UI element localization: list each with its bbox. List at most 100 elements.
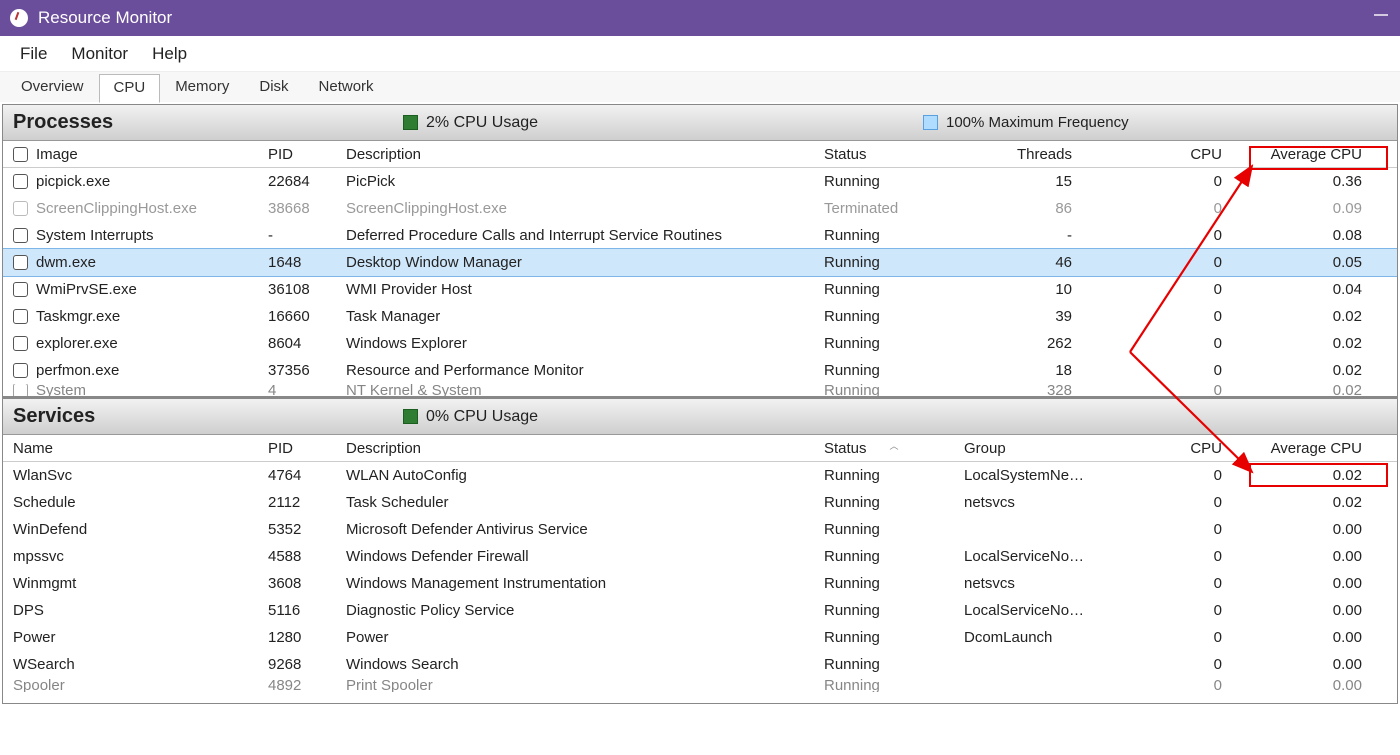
col-avg-cpu[interactable]: Average CPU <box>1244 440 1384 457</box>
process-avg-cpu: 0.02 <box>1244 308 1384 325</box>
process-threads: 39 <box>964 308 1094 325</box>
service-group: LocalServiceNo… <box>964 548 1094 565</box>
processes-panel: Processes 2% CPU Usage 100% Maximum Freq… <box>2 104 1398 398</box>
tab-network[interactable]: Network <box>304 73 389 102</box>
process-pid: 8604 <box>268 335 346 352</box>
process-image: System <box>36 384 86 396</box>
process-row[interactable]: System4NT Kernel & SystemRunning32800.02 <box>3 384 1397 396</box>
tab-disk[interactable]: Disk <box>244 73 303 102</box>
process-row[interactable]: WmiPrvSE.exe36108WMI Provider HostRunnin… <box>3 276 1397 303</box>
frequency-icon <box>923 115 938 130</box>
process-row[interactable]: perfmon.exe37356Resource and Performance… <box>3 357 1397 384</box>
tab-bar: Overview CPU Memory Disk Network <box>0 72 1400 102</box>
service-group: DcomLaunch <box>964 629 1094 646</box>
service-status: Running <box>824 521 964 538</box>
row-checkbox[interactable] <box>13 255 28 270</box>
menu-help[interactable]: Help <box>140 40 199 68</box>
service-row[interactable]: WinDefend5352Microsoft Defender Antiviru… <box>3 516 1397 543</box>
col-cpu[interactable]: CPU <box>1094 146 1244 163</box>
process-cpu: 0 <box>1094 335 1244 352</box>
tab-overview[interactable]: Overview <box>6 73 99 102</box>
menu-file[interactable]: File <box>8 40 59 68</box>
process-status: Running <box>824 335 964 352</box>
process-cpu: 0 <box>1094 362 1244 379</box>
col-cpu[interactable]: CPU <box>1094 440 1244 457</box>
services-cpu-label: 0% CPU Usage <box>426 408 538 426</box>
service-name: mpssvc <box>13 548 268 565</box>
process-avg-cpu: 0.02 <box>1244 384 1384 396</box>
col-description[interactable]: Description <box>346 146 824 163</box>
service-cpu: 0 <box>1094 575 1244 592</box>
col-group[interactable]: Group <box>964 440 1094 457</box>
service-row[interactable]: DPS5116Diagnostic Policy ServiceRunningL… <box>3 597 1397 624</box>
services-header[interactable]: Services 0% CPU Usage <box>3 399 1397 435</box>
col-avg-cpu[interactable]: Average CPU <box>1244 146 1384 163</box>
process-status: Running <box>824 281 964 298</box>
process-row[interactable]: ScreenClippingHost.exe38668ScreenClippin… <box>3 195 1397 222</box>
service-name: Power <box>13 629 268 646</box>
col-pid[interactable]: PID <box>268 146 346 163</box>
process-threads: 86 <box>964 200 1094 217</box>
row-checkbox[interactable] <box>13 363 28 378</box>
row-checkbox[interactable] <box>13 309 28 324</box>
service-row[interactable]: mpssvc4588Windows Defender FirewallRunni… <box>3 543 1397 570</box>
select-all-checkbox[interactable] <box>13 147 28 162</box>
process-image: Taskmgr.exe <box>36 308 120 325</box>
process-image: ScreenClippingHost.exe <box>36 200 197 217</box>
process-row[interactable]: dwm.exe1648Desktop Window ManagerRunning… <box>3 249 1397 276</box>
process-row[interactable]: explorer.exe8604Windows ExplorerRunning2… <box>3 330 1397 357</box>
service-row[interactable]: WlanSvc4764WLAN AutoConfigRunningLocalSy… <box>3 462 1397 489</box>
processes-cpu-usage: 2% CPU Usage <box>403 114 538 132</box>
service-avg-cpu: 0.00 <box>1244 602 1384 619</box>
service-group: LocalSystemNe… <box>964 467 1094 484</box>
row-checkbox[interactable] <box>13 282 28 297</box>
row-checkbox[interactable] <box>13 228 28 243</box>
process-description: Task Manager <box>346 308 824 325</box>
process-threads: - <box>964 227 1094 244</box>
service-row[interactable]: Spooler4892Print SpoolerRunning00.00 <box>3 678 1397 692</box>
process-pid: 22684 <box>268 173 346 190</box>
row-checkbox[interactable] <box>13 201 28 216</box>
process-pid: - <box>268 227 346 244</box>
service-row[interactable]: WSearch9268Windows SearchRunning00.00 <box>3 651 1397 678</box>
row-checkbox[interactable] <box>13 174 28 189</box>
process-description: Resource and Performance Monitor <box>346 362 824 379</box>
process-pid: 38668 <box>268 200 346 217</box>
process-avg-cpu: 0.08 <box>1244 227 1384 244</box>
process-avg-cpu: 0.36 <box>1244 173 1384 190</box>
service-description: Task Scheduler <box>346 494 824 511</box>
service-pid: 1280 <box>268 629 346 646</box>
service-row[interactable]: Power1280PowerRunningDcomLaunch00.00 <box>3 624 1397 651</box>
process-threads: 328 <box>964 384 1094 396</box>
row-checkbox[interactable] <box>13 336 28 351</box>
process-image: System Interrupts <box>36 227 154 244</box>
col-status[interactable]: Status <box>824 146 964 163</box>
app-icon <box>10 9 28 27</box>
row-checkbox[interactable] <box>13 384 28 396</box>
process-row[interactable]: System Interrupts-Deferred Procedure Cal… <box>3 222 1397 249</box>
menu-monitor[interactable]: Monitor <box>59 40 140 68</box>
process-image: dwm.exe <box>36 254 96 271</box>
process-row[interactable]: Taskmgr.exe16660Task ManagerRunning3900.… <box>3 303 1397 330</box>
col-image[interactable]: Image <box>36 146 78 163</box>
process-row[interactable]: picpick.exe22684PicPickRunning1500.36 <box>3 168 1397 195</box>
service-row[interactable]: Schedule2112Task SchedulerRunningnetsvcs… <box>3 489 1397 516</box>
service-avg-cpu: 0.02 <box>1244 467 1384 484</box>
tab-memory[interactable]: Memory <box>160 73 244 102</box>
process-status: Terminated <box>824 200 964 217</box>
services-panel: Services 0% CPU Usage Name PID Descripti… <box>2 398 1398 704</box>
col-description[interactable]: Description <box>346 440 824 457</box>
col-name[interactable]: Name <box>13 440 268 457</box>
service-status: Running <box>824 467 964 484</box>
processes-header[interactable]: Processes 2% CPU Usage 100% Maximum Freq… <box>3 105 1397 141</box>
service-row[interactable]: Winmgmt3608Windows Management Instrument… <box>3 570 1397 597</box>
col-threads[interactable]: Threads <box>964 146 1094 163</box>
processes-max-frequency: 100% Maximum Frequency <box>923 114 1129 131</box>
tab-cpu[interactable]: CPU <box>99 74 161 103</box>
process-image: WmiPrvSE.exe <box>36 281 137 298</box>
process-threads: 262 <box>964 335 1094 352</box>
minimize-button[interactable] <box>1374 14 1388 16</box>
col-pid[interactable]: PID <box>268 440 346 457</box>
process-cpu: 0 <box>1094 254 1244 271</box>
col-status[interactable]: ︿ Status <box>824 440 964 457</box>
